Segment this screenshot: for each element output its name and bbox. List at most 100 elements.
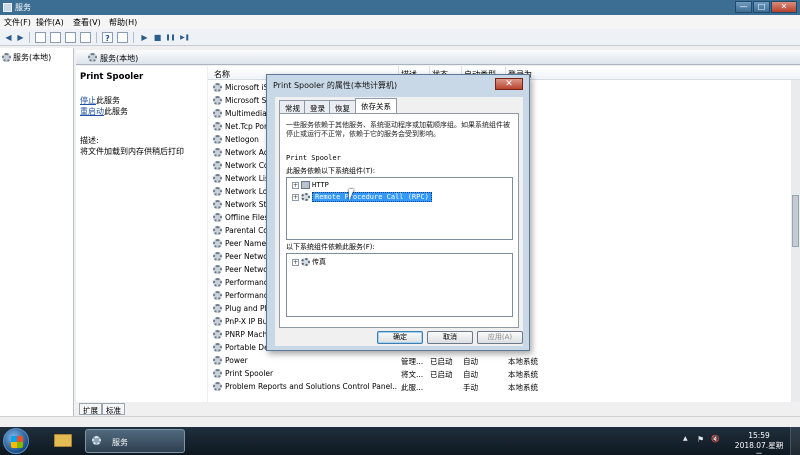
stop-service-link[interactable]: 停止 [80,96,96,105]
dependents-label: 以下系统组件依赖此服务(F): [286,243,375,251]
start-service-icon[interactable]: ▶ [139,32,150,43]
driver-icon [301,181,310,189]
gear-icon [301,258,310,266]
gear-icon [213,200,222,209]
pane-header: 服务(本地) [76,50,800,65]
tree-node-http[interactable]: + HTTP [292,181,329,189]
close-button[interactable]: ✕ [771,1,797,13]
export-icon[interactable] [80,32,91,43]
gear-icon [213,291,222,300]
service-logon-cell: 本地系统 [508,383,538,392]
expand-icon[interactable]: + [292,193,299,201]
vertical-scrollbar[interactable] [791,80,800,402]
gear-icon [213,148,222,157]
service-description-cell: 此服... [401,383,424,392]
gear-icon [92,436,101,445]
service-name-cell: Power [225,356,248,365]
gear-icon [213,382,222,391]
taskbar: 服务 ▲ ⚑ 🔇 15:59 2018.07.星期二 [0,427,800,455]
system-clock[interactable]: 15:59 2018.07.星期二 [733,431,785,455]
dialog-close-button[interactable]: ✕ [495,78,523,90]
gear-icon [301,193,310,201]
tab-extended[interactable]: 扩展 [79,403,102,415]
tree-node-rpc[interactable]: + Remote Procedure Call (RPC) [292,192,432,202]
dialog-title: Print Spooler 的属性(本地计算机) [273,81,398,90]
gear-icon [213,278,222,287]
menu-file[interactable]: 文件(F) [4,17,31,28]
taskbar-explorer-button[interactable] [47,429,79,453]
tab-recovery[interactable]: 恢复 [329,100,356,113]
status-bar [0,416,800,427]
back-arrow-icon[interactable]: ◀ [3,32,14,43]
title-bar[interactable]: 服务 — □ ✕ [0,0,800,15]
service-description-cell: 将文... [401,370,424,379]
pause-service-icon[interactable]: ❚❚ [165,32,176,43]
stop-link-suffix: 此服务 [96,96,120,105]
depends-on-tree[interactable]: + HTTP + Remote Procedure Call (RPC) [286,177,513,240]
list-icon[interactable] [50,32,61,43]
pane-header-label: 服务(本地) [100,54,139,63]
menu-action[interactable]: 操作(A) [36,17,64,28]
stop-service-icon[interactable]: ■ [152,32,163,43]
view-tabs: 扩展 标准 [76,403,800,416]
folder-icon [54,434,72,447]
refresh-icon[interactable] [65,32,76,43]
dependencies-description: 一些服务依赖于其他服务、系统驱动程序或加载顺序组。如果系统组件被停止或运行不正常… [286,121,510,138]
show-desktop-button[interactable] [790,427,800,455]
tab-general[interactable]: 常规 [279,100,306,113]
window-title: 服务 [15,3,31,12]
properties-icon[interactable] [117,32,128,43]
maximize-button[interactable]: □ [753,1,770,13]
menu-view[interactable]: 查看(V) [73,17,101,28]
gear-icon [213,369,222,378]
dialog-service-name: Print Spooler [286,154,341,162]
forward-arrow-icon[interactable]: ▶ [15,32,26,43]
restart-service-link[interactable]: 重启动 [80,107,104,116]
expand-icon[interactable]: + [292,181,299,189]
gear-icon [213,265,222,274]
service-startup-cell: 自动 [463,370,478,379]
taskbar-services-button[interactable]: 服务 [85,429,185,453]
gear-icon [2,53,11,62]
tree-node-fax[interactable]: + 传真 [292,257,326,267]
show-hide-tree-icon[interactable] [35,32,46,43]
cancel-button[interactable]: 取消 [427,331,473,344]
description-text: 将文件加载到内存供稍后打印 [80,147,184,156]
table-row[interactable]: Power 管理... 已启动 自动 本地系统 [208,354,800,367]
tab-logon[interactable]: 登录 [304,100,331,113]
description-pane: Print Spooler 停止此服务 重启动此服务 描述: 将文件加载到内存供… [76,66,207,402]
toolbar-separator [29,32,30,43]
start-button[interactable] [3,428,29,454]
service-status-cell: 已启动 [430,370,453,379]
tab-dependencies[interactable]: 依存关系 [355,98,397,114]
show-hidden-icons-icon[interactable]: ▲ [683,435,688,442]
service-startup-cell: 手动 [463,383,478,392]
help-icon[interactable]: ? [102,32,113,43]
apply-button[interactable]: 应用(A) [477,331,523,344]
gear-icon [213,187,222,196]
tab-standard[interactable]: 标准 [102,403,125,415]
tree-item-services-local[interactable]: 服务(本地) [2,52,51,63]
description-label: 描述: [80,136,99,145]
gear-icon [213,135,222,144]
action-center-flag-icon[interactable]: ⚑ [697,435,704,444]
dependents-tree[interactable]: + 传真 [286,253,513,317]
gear-icon [213,226,222,235]
volume-icon[interactable]: 🔇 [711,435,720,443]
gear-icon [213,317,222,326]
ok-button[interactable]: 确定 [377,331,423,344]
restart-service-icon[interactable]: ▶❚ [178,32,192,43]
service-logon-cell: 本地系统 [508,370,538,379]
menu-help[interactable]: 帮助(H) [109,17,137,28]
minimize-button[interactable]: — [735,1,752,13]
restart-link-suffix: 此服务 [104,107,128,116]
table-row[interactable]: Print Spooler 将文... 已启动 自动 本地系统 [208,367,800,380]
table-row[interactable]: Problem Reports and Solutions Control Pa… [208,380,800,393]
windows-logo-icon [11,436,23,448]
expand-icon[interactable]: + [292,258,299,266]
menu-bar: 文件(F) 操作(A) 查看(V) 帮助(H) [0,15,800,29]
column-name[interactable]: 名称 [214,69,230,80]
dialog-body: 常规 登录 恢复 依存关系 一些服务依赖于其他服务、系统驱动程序或加载顺序组。如… [275,97,523,346]
service-name-cell: Problem Reports and Solutions Control Pa… [225,382,397,391]
scrollbar-thumb[interactable] [792,195,799,247]
